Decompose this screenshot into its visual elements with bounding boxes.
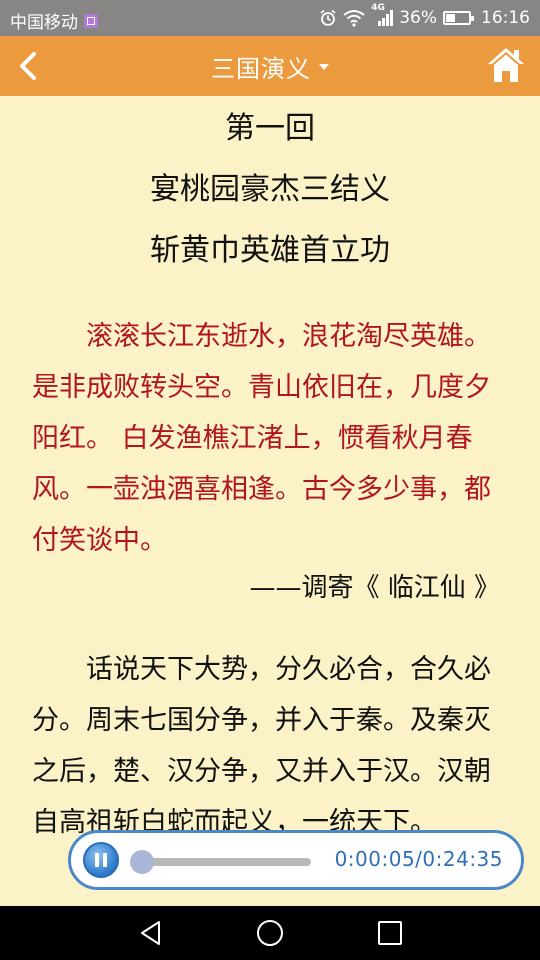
nav-home-button[interactable] (256, 919, 284, 947)
playback-time: 0:00:05/0:24:35 (334, 847, 503, 871)
page-title: 三国演义 (211, 54, 311, 83)
chevron-left-icon (20, 52, 36, 80)
reading-content[interactable]: 第一回 宴桃园豪杰三结义 斩黄巾英雄首立功 滚滚长江东逝水，浪花淘尽英雄。是非成… (0, 96, 540, 906)
nav-recents-button[interactable] (376, 919, 404, 947)
wifi-icon (343, 9, 365, 27)
pause-icon-bar-right (103, 853, 107, 867)
progress-slider[interactable] (129, 850, 311, 874)
pause-icon-bar-left (95, 853, 99, 867)
gallery-notification-icon (84, 13, 98, 28)
audio-player: 0:00:05/0:24:35 (68, 830, 524, 890)
chapter-title-line2: 斩黄巾英雄首立功 (150, 233, 390, 268)
chapter-number: 第一回 (225, 111, 315, 146)
status-right: 4G 36% 16:16 (313, 3, 530, 28)
poem-source: ——调寄《 临江仙 》 (249, 573, 500, 603)
triangle-back-icon (141, 921, 160, 945)
progress-thumb[interactable] (129, 850, 154, 874)
pause-button[interactable] (83, 842, 119, 878)
carrier-name: 中国移动 (10, 13, 78, 33)
home-button[interactable] (486, 44, 526, 86)
battery-level (446, 14, 455, 22)
circle-home-icon (257, 920, 283, 946)
battery-icon (443, 11, 474, 25)
chapter-title-line1: 宴桃园豪杰三结义 (150, 172, 390, 207)
square-recents-icon (378, 921, 402, 945)
clock: 16:16 (481, 8, 530, 28)
status-left: 中国移动 (10, 8, 98, 33)
system-nav-bar (0, 906, 540, 960)
caret-down-icon (319, 64, 329, 70)
network-type-label: 4G (371, 3, 385, 13)
alarm-icon (319, 9, 337, 27)
nav-back-button[interactable] (137, 919, 165, 947)
app-header: 三国演义 (0, 36, 540, 96)
opening-poem: 滚滚长江东逝水，浪花淘尽英雄。是非成败转头空。青山依旧在，几度夕阳红。 白发渔樵… (32, 321, 491, 556)
status-bar: 中国移动 4G 36% 16:16 (0, 0, 540, 36)
book-title-selector[interactable]: 三国演义 (0, 36, 540, 96)
chapter-body-paragraph: 话说天下大势，分久必合，合久必分。周末七国分争，并入于秦。及秦灭之后，楚、汉分争… (32, 654, 491, 838)
back-button[interactable] (12, 48, 48, 84)
home-icon (488, 48, 524, 82)
battery-percent: 36% (399, 8, 437, 28)
cell-signal-icon: 4G (371, 3, 394, 27)
